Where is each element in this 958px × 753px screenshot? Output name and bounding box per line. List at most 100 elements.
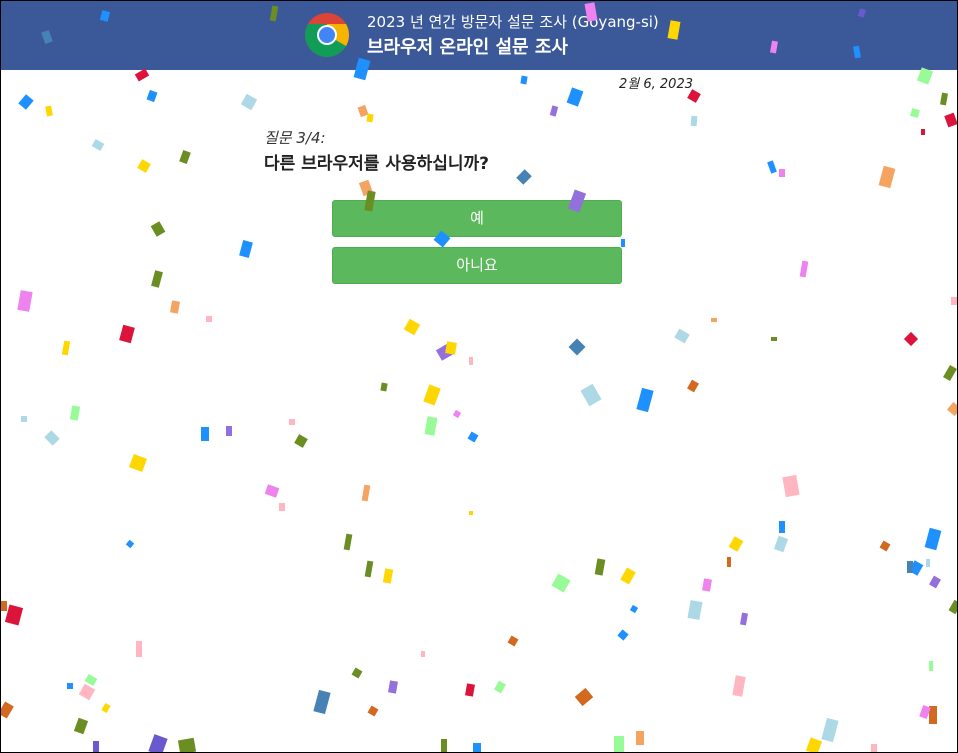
confetti-piece bbox=[361, 484, 371, 502]
confetti-piece bbox=[878, 165, 896, 189]
confetti-piece bbox=[702, 578, 712, 592]
confetti-piece bbox=[206, 316, 212, 322]
confetti-piece bbox=[226, 426, 232, 436]
question-number: 질문 3/4: bbox=[264, 129, 326, 147]
confetti-piece bbox=[494, 680, 506, 694]
confetti-piece bbox=[125, 539, 135, 549]
confetti-piece bbox=[119, 324, 135, 344]
confetti-piece bbox=[773, 535, 789, 553]
confetti-piece bbox=[629, 604, 639, 614]
confetti-piece bbox=[929, 575, 941, 589]
confetti-piece bbox=[403, 318, 421, 336]
confetti-piece bbox=[636, 731, 644, 745]
question-text: 다른 브라우저를 사용하십니까? bbox=[264, 154, 490, 174]
confetti-piece bbox=[357, 104, 369, 118]
confetti-piece bbox=[452, 409, 462, 419]
confetti-piece bbox=[1, 601, 7, 611]
confetti-piece bbox=[21, 416, 27, 422]
header-title: 브라우저 온라인 설문 조사 bbox=[367, 37, 568, 58]
confetti-piece bbox=[711, 318, 717, 322]
confetti-piece bbox=[421, 651, 425, 657]
confetti-piece bbox=[551, 573, 571, 593]
confetti-piece bbox=[636, 387, 654, 413]
confetti-piece bbox=[879, 540, 891, 552]
confetti-piece bbox=[78, 683, 96, 701]
header-subtitle: 2023 년 연간 방문자 설문 조사 (Goyang-si) bbox=[367, 13, 659, 31]
confetti-piece bbox=[380, 382, 388, 392]
confetti-piece bbox=[907, 561, 913, 573]
confetti-piece bbox=[767, 160, 777, 174]
confetti-piece bbox=[4, 604, 24, 626]
confetti-piece bbox=[782, 474, 800, 498]
confetti-piece bbox=[364, 560, 374, 578]
confetti-piece bbox=[388, 680, 398, 694]
confetti-piece bbox=[929, 706, 937, 724]
confetti-piece bbox=[903, 331, 919, 347]
confetti-piece bbox=[574, 687, 594, 707]
confetti-piece bbox=[944, 112, 957, 128]
confetti-piece bbox=[951, 297, 957, 305]
confetti-piece bbox=[129, 454, 147, 472]
confetti-piece bbox=[423, 384, 441, 406]
confetti-piece bbox=[940, 92, 948, 106]
confetti-piece bbox=[617, 629, 629, 641]
confetti-piece bbox=[946, 401, 957, 417]
confetti-piece bbox=[73, 717, 89, 735]
confetti-piece bbox=[18, 94, 34, 110]
confetti-piece bbox=[473, 743, 481, 752]
confetti-piece bbox=[620, 567, 636, 585]
confetti-piece bbox=[179, 149, 191, 165]
confetti-piece bbox=[740, 612, 748, 626]
confetti-piece bbox=[134, 68, 150, 82]
confetti-piece bbox=[44, 430, 60, 446]
confetti-piece bbox=[1, 701, 14, 719]
confetti-piece bbox=[621, 239, 625, 247]
confetti-piece bbox=[943, 364, 957, 382]
answer-no-button[interactable]: 아니요 bbox=[332, 247, 622, 284]
confetti-piece bbox=[690, 115, 698, 127]
confetti-piece bbox=[549, 105, 559, 117]
confetti-piece bbox=[351, 667, 363, 679]
confetti-piece bbox=[45, 105, 53, 117]
confetti-piece bbox=[594, 558, 606, 576]
survey-page: 2023 년 연간 방문자 설문 조사 (Goyang-si) 브라우저 온라인… bbox=[0, 0, 958, 753]
confetti-piece bbox=[687, 600, 703, 620]
confetti-piece bbox=[170, 300, 180, 314]
confetti-piece bbox=[732, 675, 746, 697]
confetti-piece bbox=[580, 383, 602, 407]
confetti-piece bbox=[366, 113, 374, 123]
confetti-piece bbox=[239, 239, 253, 259]
confetti-piece bbox=[929, 661, 933, 671]
answer-yes-button[interactable]: 예 bbox=[332, 200, 622, 237]
confetti-piece bbox=[101, 703, 111, 713]
header-bar: 2023 년 연간 방문자 설문 조사 (Goyang-si) 브라우저 온라인… bbox=[1, 1, 957, 70]
confetti-piece bbox=[799, 260, 809, 278]
confetti-piece bbox=[871, 744, 877, 752]
confetti-piece bbox=[91, 139, 105, 151]
confetti-piece bbox=[289, 419, 295, 425]
confetti-overlay bbox=[1, 1, 957, 752]
survey-date: 2월 6, 2023 bbox=[619, 77, 693, 92]
confetti-piece bbox=[908, 560, 924, 576]
confetti-piece bbox=[771, 337, 777, 341]
confetti-piece bbox=[507, 635, 519, 647]
confetti-piece bbox=[467, 431, 479, 443]
confetti-piece bbox=[805, 737, 823, 752]
confetti-piece bbox=[568, 338, 586, 356]
confetti-piece bbox=[465, 683, 475, 697]
confetti-piece bbox=[279, 503, 285, 511]
confetti-piece bbox=[445, 341, 457, 355]
confetti-piece bbox=[674, 328, 690, 344]
confetti-piece bbox=[926, 559, 930, 567]
confetti-piece bbox=[821, 717, 839, 743]
confetti-piece bbox=[779, 169, 785, 177]
confetti-piece bbox=[148, 734, 168, 752]
confetti-piece bbox=[728, 536, 744, 552]
confetti-piece bbox=[264, 484, 280, 498]
confetti-piece bbox=[469, 511, 473, 515]
confetti-piece bbox=[367, 705, 379, 717]
confetti-piece bbox=[343, 533, 353, 551]
confetti-piece bbox=[435, 343, 455, 361]
confetti-piece bbox=[948, 599, 957, 615]
confetti-piece bbox=[919, 704, 931, 720]
